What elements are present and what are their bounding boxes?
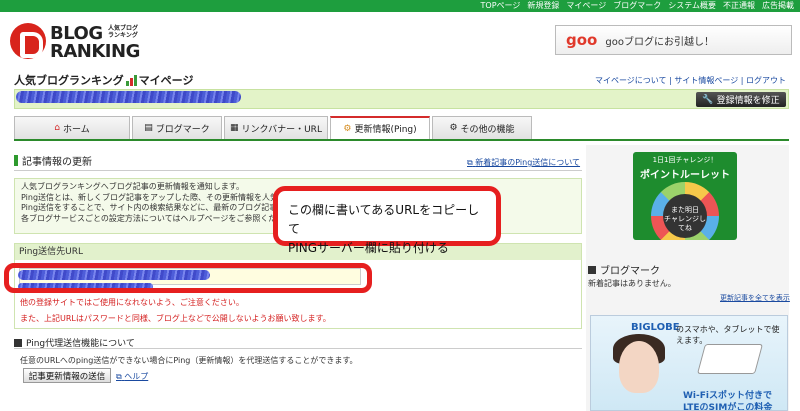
help-link[interactable]: ⧉ ヘルプ xyxy=(116,371,148,382)
nav-top[interactable]: TOPページ xyxy=(481,0,521,12)
nav-register[interactable]: 新規登録 xyxy=(527,0,559,12)
external-link-icon: ⧉ xyxy=(467,158,473,167)
mypage-links: マイページについて | サイト情報ページ | ログアウト xyxy=(594,76,786,85)
logo-mark-icon xyxy=(10,23,46,59)
divider xyxy=(14,348,582,349)
tab-ping[interactable]: ⚙ 更新情報(Ping) xyxy=(330,116,430,139)
nav-system[interactable]: システム概要 xyxy=(668,0,716,12)
redacted-username xyxy=(16,91,241,103)
point-roulette-banner[interactable]: 1日1回チャレンジ！ ポイントルーレット また明日 チャレンジしてね xyxy=(633,152,737,240)
no-articles-text: 新着記事はありません。 xyxy=(588,279,676,288)
divider xyxy=(14,170,582,171)
sidebar-blogmark-title: ブログマーク xyxy=(588,262,660,277)
section-marker-icon xyxy=(14,155,18,166)
warning-text: 他の登録サイトではご使用になれないよう、ご注意ください。 xyxy=(20,298,244,307)
external-link-icon: ⧉ xyxy=(116,372,122,381)
logout-link[interactable]: ログアウト xyxy=(746,76,786,85)
annotation-callout: この欄に書いてあるURLをコピーして PINGサーバー欄に貼り付ける xyxy=(273,186,501,255)
tab-bar: ⌂ ホーム ▤ ブログマーク ▦ リンクバナー・URL ⚙ 更新情報(Ping)… xyxy=(14,116,532,139)
site-logo[interactable]: BLOG RANKING 人気ブログ ランキング xyxy=(10,19,142,65)
gear-icon: ⚙ xyxy=(449,123,458,133)
show-all-articles-link[interactable]: 更新記事を全てを表示 xyxy=(720,293,790,303)
home-icon: ⌂ xyxy=(54,123,60,133)
section-marker-icon xyxy=(588,265,596,274)
tab-underline xyxy=(14,139,789,141)
wrench-icon: 🔧 xyxy=(702,94,714,105)
page-title: 人気ブログランキング マイページ xyxy=(14,74,194,87)
section-title: 記事情報の更新 xyxy=(14,153,92,168)
ping-help-link[interactable]: ⧉ 新着記事のPing送信について xyxy=(467,157,580,168)
global-nav: TOPページ 新規登録 マイページ ブログマーク システム概要 不正通報 広告掲… xyxy=(0,0,800,12)
nav-mypage[interactable]: マイページ xyxy=(566,0,606,12)
gear-icon: ⚙ xyxy=(343,123,352,134)
goo-logo: goo xyxy=(566,31,598,49)
tab-link-banner[interactable]: ▦ リンクバナー・URL xyxy=(224,116,328,139)
goo-banner-text: gooブログにお引越し！ xyxy=(605,36,714,48)
nav-report[interactable]: 不正通報 xyxy=(723,0,755,12)
section-marker-icon xyxy=(14,338,22,347)
biglobe-ad[interactable]: BIGLOBE のスマホや、タブレットで使えます。 Wi-Fiスポット付きで L… xyxy=(590,315,788,411)
bookmark-icon: ▤ xyxy=(144,123,153,133)
warning-text: また、上記URLはパスワードと同様、ブログ上などで公開しないようお願い致します。 xyxy=(20,314,331,323)
tab-other-features[interactable]: ⚙ その他の機能 xyxy=(432,116,532,139)
about-mypage-link[interactable]: マイページについて xyxy=(595,76,667,85)
proxy-description: 任意のURLへのping送信ができない場合にPing（更新情報）を代理送信するこ… xyxy=(20,356,358,365)
banner-icon: ▦ xyxy=(230,123,239,133)
tablet-icon xyxy=(696,344,764,374)
ranking-bars-icon xyxy=(125,74,137,86)
tab-home[interactable]: ⌂ ホーム xyxy=(14,116,130,139)
highlight-oval xyxy=(4,263,372,293)
tab-blogmark[interactable]: ▤ ブログマーク xyxy=(132,116,222,139)
site-info-link[interactable]: サイト情報ページ xyxy=(674,76,738,85)
send-update-button[interactable]: 記事更新情報の送信 xyxy=(23,368,111,383)
nav-blogmark[interactable]: ブログマーク xyxy=(613,0,661,12)
goo-migration-banner[interactable]: goo gooブログにお引越し！ xyxy=(555,25,792,55)
nav-ads[interactable]: 広告掲載 xyxy=(762,0,794,12)
model-face xyxy=(619,341,659,393)
edit-registration-button[interactable]: 🔧 登録情報を修正 xyxy=(696,92,786,107)
